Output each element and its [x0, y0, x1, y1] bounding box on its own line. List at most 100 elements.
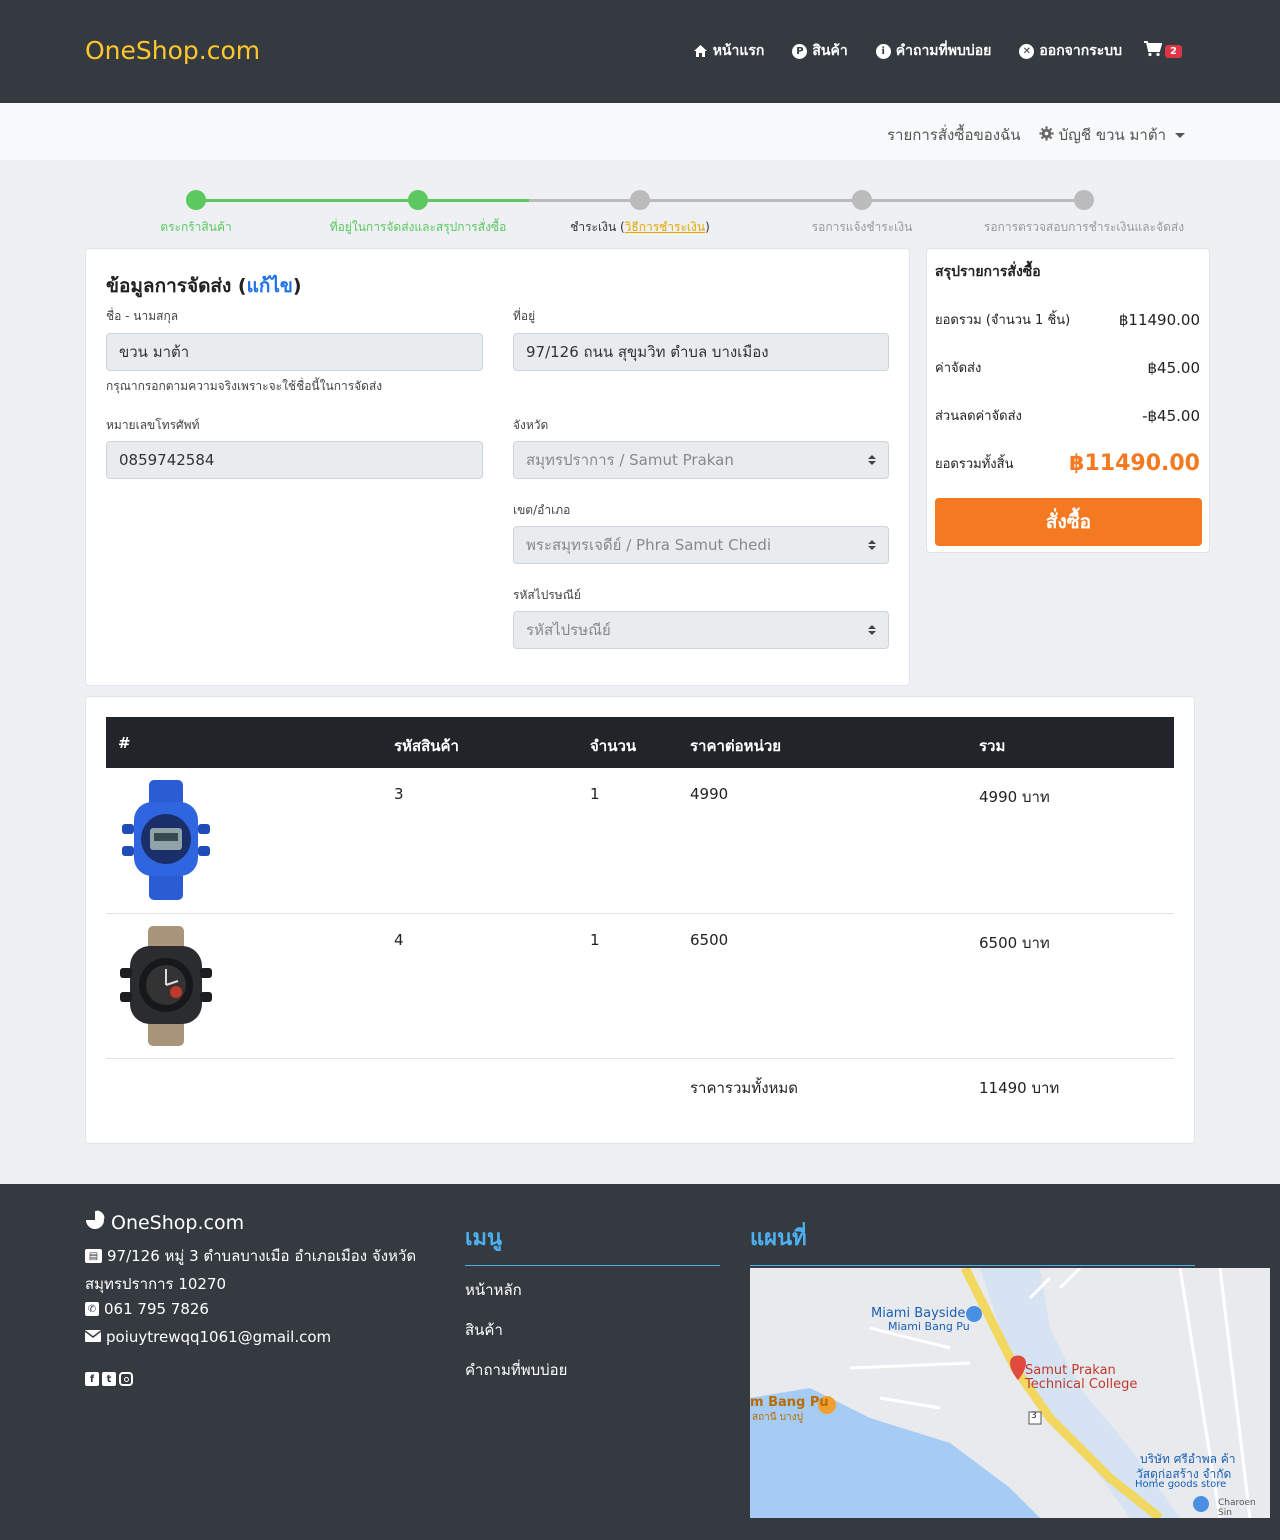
grand-total-value: 11490 บาท [979, 1079, 1060, 1097]
step-label-payment-prefix: ชำระเงิน ( [570, 220, 625, 234]
twitter-icon[interactable]: t [102, 1372, 116, 1386]
discount-label: ส่วนลดค่าจัดส่ง [935, 409, 1022, 424]
col-qty: จำนวน [590, 737, 637, 755]
envelope-icon [84, 1328, 102, 1346]
my-orders-link[interactable]: รายการสั่งซื้อของฉัน [887, 123, 1021, 147]
nav-products[interactable]: P สินค้า [792, 40, 848, 62]
province-select[interactable]: สมุทรปราการ / Samut Prakan [513, 441, 889, 479]
map-label-college-1: Samut Prakan [1025, 1363, 1116, 1378]
phone-icon: ✆ [85, 1302, 99, 1316]
step-dot-verify [1074, 190, 1094, 210]
row-code: 4 [394, 931, 404, 949]
province-value: สมุทรปราการ / Samut Prakan [526, 451, 734, 469]
google-map[interactable]: Miami Bayside Miami Bang Pu Samut Prakan… [750, 1268, 1270, 1518]
shipping-title-text: ข้อมูลการจัดส่ง ( [106, 275, 247, 297]
info-icon: i [875, 43, 891, 59]
facebook-icon[interactable]: f [85, 1372, 99, 1386]
map-label-bayside-sub: Miami Bang Pu [888, 1320, 970, 1333]
step-dot-address [408, 190, 428, 210]
gear-icon [1039, 125, 1054, 145]
shipping-info-card: ข้อมูลการจัดส่ง (แก้ไข) ชื่อ - นามสกุล ข… [85, 248, 910, 686]
postal-value: รหัสไปรษณีย์ [526, 621, 611, 639]
select-arrows-icon [868, 455, 876, 465]
summary-discount-row: ส่วนลดค่าจัดส่ง -฿45.00 [935, 405, 1200, 426]
total-value: ฿11490.00 [1069, 451, 1200, 476]
table-total-row: ราคารวมทั้งหมด 11490 บาท [106, 1059, 1174, 1109]
footer-address-2: สมุทรปราการ 10270 [85, 1275, 227, 1293]
phone-number: 061 795 7826 [104, 1300, 209, 1318]
map-label-home: Home goods store [1135, 1479, 1227, 1490]
summary-total-row: ยอดรวมทั้งสิ้น ฿11490.00 [935, 451, 1200, 476]
nav-products-label: สินค้า [812, 43, 848, 59]
footer-email: poiuytrewqq1061@gmail.com [84, 1328, 331, 1346]
table-header: # รหัสสินค้า จำนวน ราคาต่อหน่วย รวม [106, 717, 1174, 768]
row-unit-price: 4990 [690, 785, 729, 803]
map-label-bangpu-th: สถานี บางปู [752, 1412, 803, 1423]
col-total: รวม [979, 737, 1006, 755]
discount-value: -฿45.00 [1142, 406, 1200, 425]
chevron-down-icon [1175, 132, 1185, 138]
shipping-title-end: ) [292, 275, 302, 297]
nav-home-label: หน้าแรก [712, 43, 765, 59]
place-order-button[interactable]: สั่งซื้อ [935, 498, 1202, 546]
table-row: 3 1 4990 4990 บาท [106, 768, 1174, 914]
name-label: ชื่อ - นามสกุล [106, 309, 179, 323]
map-label-bayside: Miami Bayside [871, 1306, 966, 1321]
map-label-bangpu: m Bang Pu [750, 1395, 829, 1410]
nav-logout-label: ออกจากระบบ [1039, 43, 1123, 59]
checkout-stepper: ตระกร้าสินค้า ที่อยู่ในการจัดส่งและสรุปก… [85, 188, 1195, 238]
blue-watch-image [116, 780, 216, 900]
site-footer: OneShop.com ▤ 97/126 หมู่ 3 ตำบลบางเมือ … [0, 1184, 1280, 1540]
brand-logo[interactable]: OneShop.com [85, 36, 260, 65]
step-label-notify: รอการแจ้งชำระเงิน [811, 220, 913, 234]
step-dot-notify [852, 190, 872, 210]
district-select[interactable]: พระสมุทรเจดีย์ / Phra Samut Chedi [513, 526, 889, 564]
summary-subtotal-row: ยอดรวม (จำนวน 1 ชิ้น) ฿11490.00 [935, 309, 1200, 330]
footer-link-products[interactable]: สินค้า [465, 1318, 503, 1342]
row-unit-price: 6500 [690, 931, 729, 949]
address-field[interactable]: 97/126 ถนน สุขุมวิท ตำบล บางเมือง [513, 333, 889, 371]
khaki-watch-image [116, 926, 216, 1046]
row-qty: 1 [590, 931, 600, 949]
summary-shipping-row: ค่าจัดส่ง ฿45.00 [935, 357, 1200, 378]
district-label: เขต/อำเภอ [513, 503, 571, 517]
phone-field[interactable]: 0859742584 [106, 441, 483, 479]
edit-shipping-link[interactable]: แก้ไข [247, 275, 293, 297]
footer-menu-title: เมนู [465, 1220, 720, 1266]
name-field[interactable]: ขวน มาต้า [106, 333, 483, 371]
col-index: # [118, 734, 131, 752]
stepper-line-done [196, 199, 529, 202]
map-label-charoen: Charoen Sin [1218, 1498, 1256, 1518]
name-help-text: กรุณากรอกตามความจริงเพราะจะใช้ชื่อนี้ในก… [106, 379, 383, 393]
order-summary-card: สรุปรายการสั่งซื้อ ยอดรวม (จำนวน 1 ชิ้น)… [926, 248, 1210, 553]
grand-total-label: ราคารวมทั้งหมด [690, 1079, 799, 1097]
cart-icon [1144, 41, 1163, 61]
nav-logout[interactable]: ✕ ออกจากระบบ [1019, 40, 1122, 62]
instagram-icon[interactable] [119, 1372, 133, 1386]
address-label: ที่อยู่ [513, 309, 536, 323]
summary-title: สรุปรายการสั่งซื้อ [935, 264, 1041, 280]
step-label-verify: รอการตรวจสอบการชำระเงินและจัดส่ง [983, 220, 1185, 234]
footer-link-home[interactable]: หน้าหลัก [465, 1278, 522, 1302]
pie-chart-icon [85, 1210, 105, 1235]
account-dropdown[interactable]: บัญชี ขวน มาต้า [1039, 123, 1185, 147]
postal-select[interactable]: รหัสไปรษณีย์ [513, 611, 889, 649]
map-label-college-2: Technical College [1025, 1377, 1138, 1392]
col-unit-price: ราคาต่อหน่วย [690, 737, 782, 755]
district-value: พระสมุทรเจดีย์ / Phra Samut Chedi [526, 536, 772, 554]
step-dot-cart [186, 190, 206, 210]
footer-address: ▤ 97/126 หมู่ 3 ตำบลบางเมือ อำเภอเมือง จ… [85, 1244, 416, 1268]
row-total: 6500 บาท [979, 934, 1050, 952]
cart-count-badge: 2 [1165, 44, 1182, 58]
shipping-fee-value: ฿45.00 [1147, 358, 1201, 377]
product-icon: P [792, 43, 808, 59]
footer-brand: OneShop.com [85, 1210, 244, 1235]
footer-link-faq[interactable]: คำถามที่พบบ่อย [465, 1358, 567, 1382]
cart-link[interactable]: 2 [1144, 41, 1182, 61]
step-label-address: ที่อยู่ในการจัดส่งและสรุปการสั่งซื้อ [329, 220, 507, 234]
nav-faq[interactable]: i คำถามที่พบบ่อย [875, 40, 991, 62]
select-arrows-icon [868, 625, 876, 635]
nav-home[interactable]: หน้าแรก [693, 40, 765, 62]
payment-method-link[interactable]: วิธีการชำระเงิน [625, 220, 705, 234]
order-items-card: # รหัสสินค้า จำนวน ราคาต่อหน่วย รวม 3 1 … [85, 696, 1195, 1144]
